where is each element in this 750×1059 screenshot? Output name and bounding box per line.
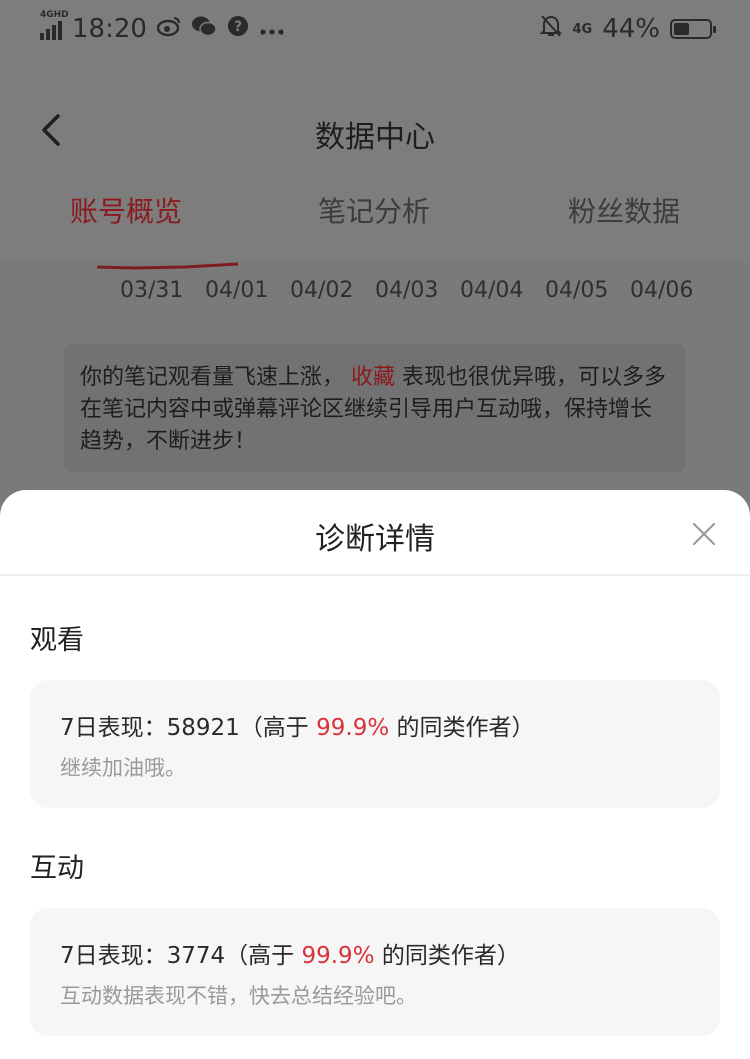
- diagnosis-sheet: 诊断详情 观看 7日表现：58921（高于 99.9% 的同类作者） 继续加油哦…: [0, 490, 750, 1059]
- views-performance: 7日表现：58921（高于 99.9% 的同类作者）: [60, 708, 690, 742]
- signal-icon: 4GHD: [40, 10, 69, 40]
- tab-bar: 账号概览 笔记分析 粉丝数据: [0, 190, 750, 250]
- interaction-card: 7日表现：3774（高于 99.9% 的同类作者） 互动数据表现不错，快去总结经…: [30, 908, 720, 1036]
- x-tick-label: 04/03: [375, 278, 439, 303]
- status-bar: 4GHD 18:20 ? 4G 44%: [0, 0, 750, 60]
- x-tick-label: 04/06: [630, 278, 694, 303]
- views-suffix: 的同类作者）: [396, 715, 535, 741]
- x-tick-label: 04/02: [290, 278, 354, 303]
- tab-fan-data[interactable]: 粉丝数据: [568, 190, 680, 230]
- views-percent: 99.9%: [316, 715, 390, 741]
- views-note: 继续加油哦。: [60, 756, 186, 780]
- x-tick-label: 04/01: [205, 278, 269, 303]
- tab-account-overview[interactable]: 账号概览: [70, 190, 182, 230]
- summary-part1: 你的笔记观看量飞速上涨，: [80, 365, 345, 390]
- views-prefix: 7日表现：58921（高于: [60, 715, 309, 741]
- section-label-views: 观看: [30, 625, 84, 656]
- summary-highlight: 收藏: [351, 365, 396, 390]
- summary-text: 你的笔记观看量飞速上涨， 收藏 表现也很优异哦，可以多多在笔记内容中或弹幕评论区…: [64, 344, 686, 472]
- battery-percent: 44%: [602, 14, 660, 44]
- bell-muted-icon: [540, 14, 563, 44]
- x-tick-label: 04/05: [545, 278, 609, 303]
- more-dots-icon: [259, 17, 285, 42]
- chart-x-axis: 03/31 04/01 04/02 04/03 04/04 04/05 04/0…: [120, 278, 715, 303]
- tab-note-analysis[interactable]: 笔记分析: [318, 190, 430, 230]
- wechat-icon: [191, 15, 217, 43]
- status-time: 18:20: [72, 14, 147, 44]
- interaction-note: 互动数据表现不错，快去总结经验吧。: [60, 984, 417, 1008]
- close-icon[interactable]: [692, 522, 716, 546]
- battery-icon: [670, 19, 716, 39]
- interaction-percent: 99.9%: [301, 943, 375, 969]
- question-icon: ?: [227, 15, 249, 43]
- svg-text:?: ?: [234, 19, 242, 35]
- network-type: 4G: [572, 21, 593, 37]
- interaction-performance: 7日表现：3774（高于 99.9% 的同类作者）: [60, 936, 690, 970]
- chart-series-line: [96, 262, 239, 270]
- section-label-interaction: 互动: [30, 853, 84, 884]
- x-tick-label: 04/04: [460, 278, 524, 303]
- x-tick-label: 03/31: [120, 278, 184, 303]
- views-card: 7日表现：58921（高于 99.9% 的同类作者） 继续加油哦。: [30, 680, 720, 808]
- interaction-suffix: 的同类作者）: [381, 943, 520, 969]
- interaction-prefix: 7日表现：3774（高于: [60, 943, 295, 969]
- page-title: 数据中心: [315, 120, 435, 155]
- navigation-header: 数据中心: [0, 90, 750, 170]
- divider: [0, 574, 750, 576]
- weibo-icon: [156, 15, 181, 43]
- sheet-title: 诊断详情: [315, 522, 435, 557]
